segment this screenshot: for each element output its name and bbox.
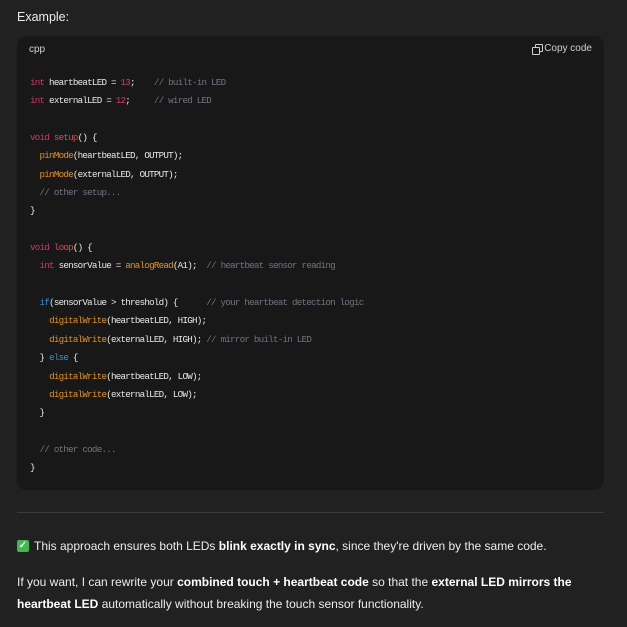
code-line: pinMode(externalLED, OUTPUT); [30,166,363,184]
code-token: } [30,352,50,364]
summary-bold: blink exactly in sync [218,539,336,553]
code-token: int [30,95,45,107]
code-token: (heartbeatLED, HIGH); [106,315,207,327]
offer-bold-1: combined touch + heartbeat code [177,575,369,589]
code-line: } [30,202,363,220]
summary-pre: This approach ensures both LEDs [34,539,219,553]
code-token: externalLED = [44,95,116,107]
code-token: (heartbeatLED, LOW); [106,370,202,382]
code-token: // other code... [39,443,117,455]
code-token: pinMode [39,150,74,162]
code-line: } [30,459,363,477]
summary-paragraph: ✓ This approach ensures both LEDs blink … [17,539,547,553]
code-token: } [30,205,35,217]
code-line: void setup() { [30,129,363,147]
code-line: int heartbeatLED = 13; // built-in LED [30,74,363,92]
code-token: // built-in LED [153,77,226,88]
code-line: // other setup... [30,184,363,202]
code-token: (externalLED, HIGH); [106,333,207,345]
summary-text: This approach ensures both LEDs blink ex… [34,539,547,553]
code-token: digitalWrite [49,333,107,345]
code-token: } [30,462,35,474]
code-language-label: cpp [29,44,46,55]
code-token: (externalLED, OUTPUT); [72,168,179,180]
copy-icon [532,44,544,55]
code-token: // your heartbeat detection logic [206,297,364,309]
code-token: void [30,242,50,254]
code-token: sensorValue = [53,260,126,272]
code-line: // other code... [30,441,363,459]
code-token: int [30,77,45,88]
code-token: if [39,297,50,309]
code-token: () { [77,132,98,144]
code-token: ; [125,95,154,107]
code-line: } else { [30,349,363,367]
code-token: // other setup... [39,187,122,199]
copy-code-label: Copy code [544,43,592,54]
code-token: // wired LED [153,95,212,107]
code-token: (heartbeatLED, OUTPUT); [72,150,183,162]
code-token: () { [72,242,93,254]
offer-text-1: If you want, I can rewrite your [17,575,178,589]
code-line: digitalWrite(externalLED, HIGH); // mirr… [30,331,363,349]
check-mark-button-icon: ✓ [17,540,29,552]
code-token: digitalWrite [49,388,107,400]
divider [17,512,604,513]
offer-text-3: automatically without breaking the touch… [98,596,424,611]
code-token: ; [130,77,154,88]
code-line: digitalWrite(externalLED, LOW); [30,386,363,404]
code-token: // heartbeat sensor reading [206,260,335,272]
code-line: if(sensorValue > threshold) { // your he… [30,294,365,312]
code-token: analogRead [125,260,173,272]
code-block: cpp Copy code int heartbeatLED = 13; // … [17,36,604,490]
code-token: 13 [120,77,131,88]
code-line: digitalWrite(heartbeatLED, HIGH); [30,312,363,330]
code-token: // mirror built-in LED [206,333,312,345]
intro-text: Example: [17,10,70,24]
code-line: int externalLED = 12; // wired LED [30,92,363,110]
code-line: digitalWrite(heartbeatLED, LOW); [30,368,363,386]
code-token: else [49,352,69,364]
code-token: digitalWrite [49,315,107,327]
code-token: (sensorValue > threshold) { [49,297,207,309]
code-token: digitalWrite [49,370,107,382]
code-token: int [39,260,55,272]
code-token: setup [53,132,79,144]
code-token: void [30,132,50,144]
code-line: } [30,404,363,422]
code-token: { [68,352,78,364]
code-token: heartbeatLED = [44,77,121,88]
code-line: pinMode(heartbeatLED, OUTPUT); [30,147,363,165]
offer-paragraph: If you want, I can rewrite your combined… [17,572,607,615]
offer-text-2: so that the [368,575,432,589]
code-token: (A1); [172,260,207,272]
code-line: int sensorValue = analogRead(A1); // hea… [30,257,363,275]
code-token: loop [53,242,74,254]
summary-post: , since they're driven by the same code. [335,539,547,553]
code-line: void loop() { [30,239,363,257]
copy-code-button[interactable]: Copy code [532,43,592,55]
code-token: pinMode [39,168,74,180]
code-token: } [30,407,46,419]
code-token: 12 [115,95,126,107]
code-token: (externalLED, LOW); [106,388,197,400]
code-content: int heartbeatLED = 13; // built-in LED in… [30,74,365,478]
